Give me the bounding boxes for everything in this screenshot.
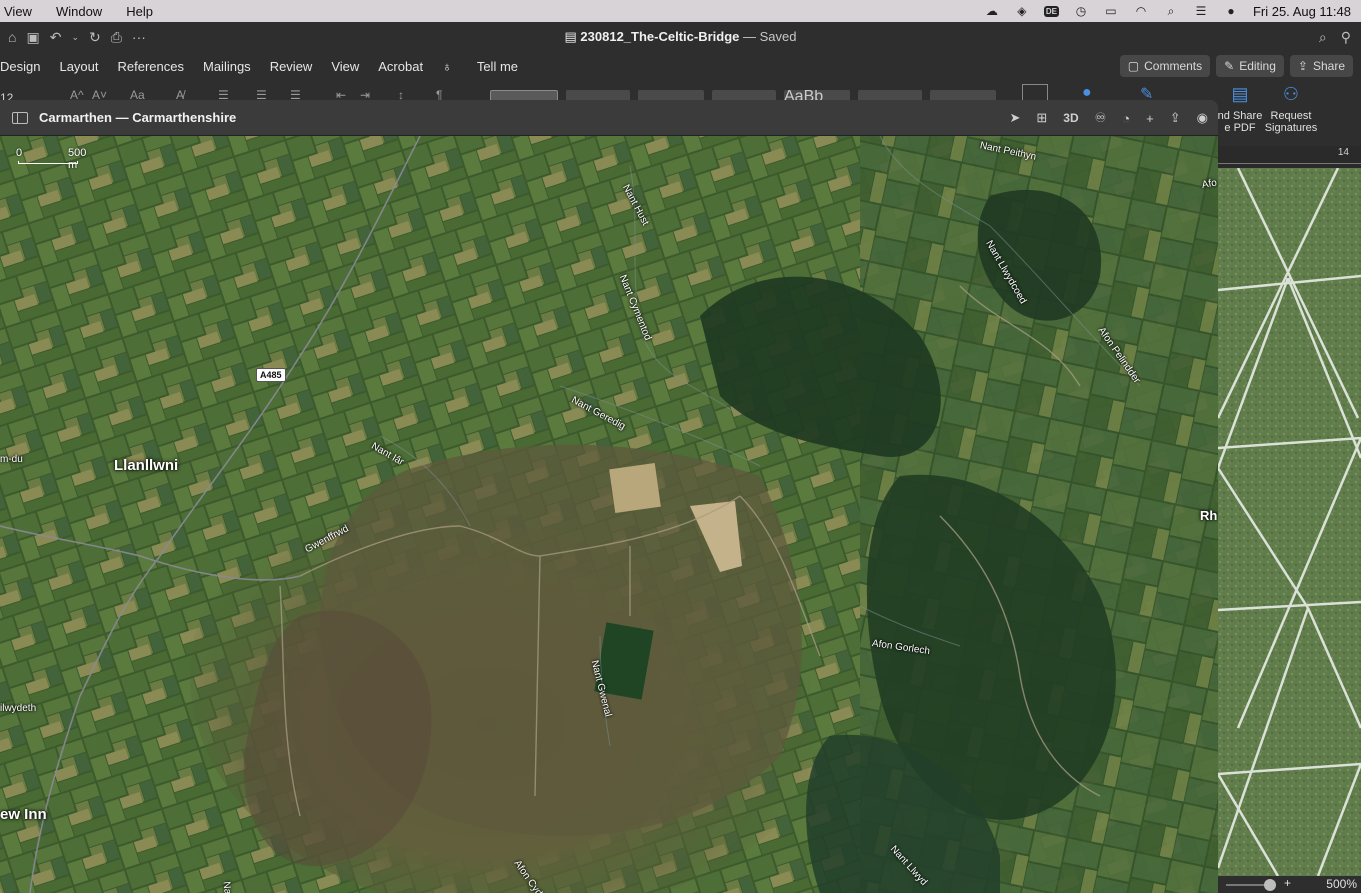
tab-references[interactable]: References [118,59,184,74]
add-icon[interactable]: + [1146,111,1154,126]
tab-layout[interactable]: Layout [59,59,98,74]
spotlight-search-icon[interactable]: ⌕ [1163,4,1179,18]
look-around-icon[interactable]: ◔ [1122,111,1130,126]
time-machine-icon[interactable]: ◷ [1073,4,1089,18]
more-icon[interactable]: ··· [132,29,146,45]
create-share-pdf-button[interactable]: ▤ nd Share e PDF [1212,84,1268,134]
screen: View Window Help ☁ ◈ DE ◷ ▭ ◠ ⌕ ☰ ● Fri … [0,0,1361,893]
signature-person-icon: ⚇ [1282,84,1300,104]
pdf-share-icon: ▤ [1231,84,1249,104]
app-status-icon[interactable]: ◈ [1014,4,1030,18]
menu-bar-clock[interactable]: Fri 25. Aug 11:48 [1253,4,1351,19]
horizontal-ruler[interactable]: 14 [1218,146,1361,168]
ruler-number: 14 [1337,147,1349,158]
tab-mailings[interactable]: Mailings [203,59,251,74]
place-ilwydeth[interactable]: ilwydeth [0,703,36,714]
macos-menu-bar: View Window Help ☁ ◈ DE ◷ ▭ ◠ ⌕ ☰ ● Fri … [0,0,1361,22]
share-map-icon[interactable]: ⇪ [1170,110,1181,126]
siri-icon[interactable]: ● [1223,4,1239,18]
word-title-bar: ⌂ ▣ ↶ ⌄ ↻ ⎙ ··· ▤ 230812_The-Celtic-Brid… [0,22,1361,52]
input-source-badge[interactable]: DE [1043,5,1059,17]
menu-window[interactable]: Window [56,4,114,19]
tell-me-search[interactable]: ♁ Tell me [442,59,537,74]
tab-design[interactable]: Design [0,59,40,74]
zoom-in-button[interactable]: + [1284,876,1291,890]
menu-help[interactable]: Help [126,4,165,19]
comments-button[interactable]: ▢ Comments [1119,55,1211,77]
scale-distance: 500 m [68,147,87,171]
maps-window: 0 500 m A485 Llanllwni ew Inn Rh m-du il… [0,100,1218,893]
maps-window-title: Carmarthen — Carmarthenshire [39,110,237,125]
geodesic-pattern [1218,168,1361,876]
request-signatures-label-1: Request [1270,110,1312,122]
town-new-inn[interactable]: ew Inn [0,806,47,823]
redo-icon[interactable]: ↻ [89,29,101,46]
comment-icon: ▢ [1127,59,1140,73]
print-icon[interactable]: ⎙ [111,29,122,46]
save-icon[interactable]: ▣ [26,29,39,46]
share-icon: ⇪ [1297,59,1308,73]
create-share-pdf-label-1: nd Share [1217,110,1263,122]
save-status: — Saved [743,29,797,44]
editing-button[interactable]: ✎ Editing [1216,55,1284,77]
scale-bar-line [18,161,78,164]
location-arrow-icon[interactable]: ➤ [1009,110,1020,126]
lightbulb-icon: ♁ [442,58,452,74]
undo-icon[interactable]: ↶ [50,29,62,46]
request-signatures-button[interactable]: ⚇ Request Signatures [1262,84,1320,134]
request-signatures-label-2: Signatures [1264,122,1318,134]
sidebar-toggle-icon[interactable] [12,111,28,124]
menu-view[interactable]: View [4,4,44,19]
collaboration-icon[interactable]: ⚲ [1341,29,1351,46]
document-image[interactable] [1218,168,1361,876]
battery-icon[interactable]: ▭ [1103,4,1119,18]
binoculars-icon[interactable]: ♾ [1095,110,1107,126]
3d-toggle-button[interactable]: 3D [1063,111,1078,125]
control-center-icon[interactable]: ☰ [1193,4,1209,18]
account-icon[interactable]: ◉ [1197,110,1208,126]
tab-review[interactable]: Review [270,59,313,74]
wifi-icon[interactable]: ◠ [1133,4,1149,18]
create-share-pdf-label-2: e PDF [1224,122,1256,134]
document-icon: ▤ [564,29,581,44]
town-llanllwni[interactable]: Llanllwni [114,457,178,474]
home-icon[interactable]: ⌂ [8,29,16,45]
document-title: ▤ 230812_The-Celtic-Bridge — Saved [0,29,1361,45]
pencil-icon: ✎ [1224,59,1235,73]
maps-toolbar: Carmarthen — Carmarthenshire ➤ ⊞ 3D ♾ ◔ … [0,100,1218,136]
cloud-icon[interactable]: ☁ [984,4,1000,18]
search-icon[interactable]: ⌕ [1319,29,1327,46]
zoom-percent[interactable]: 500% [1326,877,1357,891]
word-status-bar: + 500% [1218,876,1361,893]
scale-zero: 0 [16,147,23,159]
town-rh[interactable]: Rh [1200,508,1217,523]
share-button[interactable]: ⇪ Share [1289,55,1353,77]
document-name: 230812_The-Celtic-Bridge [580,29,740,44]
comments-label: Comments [1144,59,1203,73]
share-label: Share [1312,59,1345,73]
undo-dropdown-chevron-icon[interactable]: ⌄ [71,32,79,43]
zoom-slider-knob[interactable] [1264,879,1276,891]
ruler-line [1218,163,1361,164]
ribbon-tabs: Design Layout References Mailings Review… [0,52,1361,80]
tab-view[interactable]: View [331,59,359,74]
road-shield-a485[interactable]: A485 [256,368,286,382]
satellite-map[interactable] [0,136,1218,893]
editing-label: Editing [1239,59,1276,73]
map-mode-icon[interactable]: ⊞ [1036,110,1047,126]
place-m-du[interactable]: m-du [0,454,23,465]
tell-me-label: Tell me [476,58,519,74]
tab-acrobat[interactable]: Acrobat [378,59,423,74]
